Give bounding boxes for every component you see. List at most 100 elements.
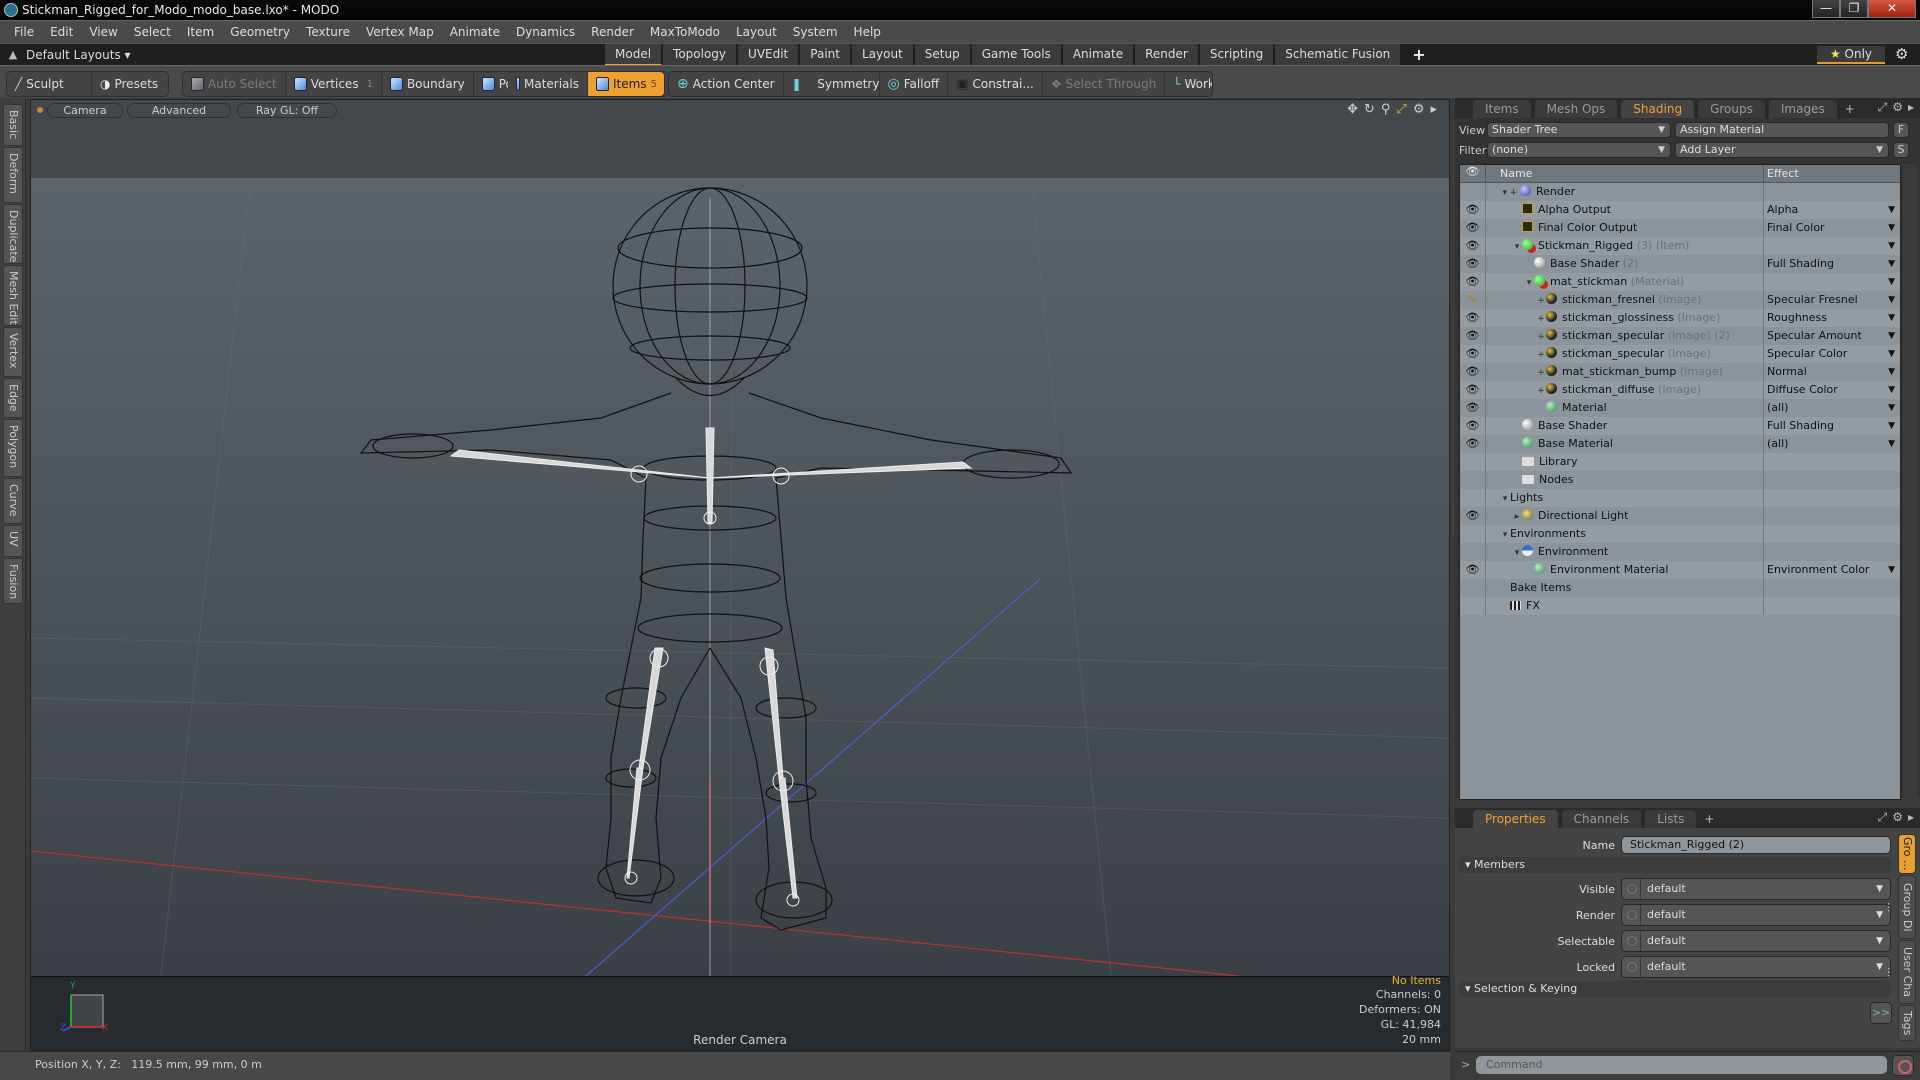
side-tab-group-display[interactable]: Group Di ... bbox=[1885, 875, 1916, 939]
advanced-button[interactable]: Advanced bbox=[127, 103, 231, 118]
expand-toggle-icon[interactable]: ▾ bbox=[1512, 544, 1522, 561]
shader-tree-row[interactable]: Bake Items bbox=[1460, 579, 1900, 597]
tab-lists[interactable]: Lists bbox=[1645, 810, 1697, 828]
row-effect-cell[interactable]: Specular Fresnel ▼ bbox=[1764, 291, 1900, 309]
chevron-down-icon[interactable]: ▼ bbox=[1888, 291, 1895, 309]
camera-button[interactable]: Camera bbox=[47, 103, 123, 118]
chevron-down-icon[interactable]: ▼ bbox=[1888, 309, 1895, 327]
layout-tab-topology[interactable]: Topology bbox=[663, 44, 739, 66]
chevron-down-icon[interactable]: ▼ bbox=[1888, 237, 1895, 255]
chevron-down-icon[interactable]: ▼ bbox=[1888, 201, 1895, 219]
row-effect-cell[interactable]: Full Shading ▼ bbox=[1764, 255, 1900, 273]
visibility-eye-icon[interactable]: 👁 bbox=[1460, 237, 1486, 255]
menu-texture[interactable]: Texture bbox=[298, 25, 358, 39]
tab-mesh-ops[interactable]: Mesh Ops bbox=[1534, 100, 1618, 118]
expand-toggle-icon[interactable]: + bbox=[1536, 328, 1546, 345]
arrow-up-icon[interactable]: ▲ bbox=[0, 48, 26, 61]
left-tab-curve[interactable]: Curve bbox=[3, 478, 23, 524]
viewport-status-dot[interactable] bbox=[37, 107, 43, 113]
left-tab-duplicate[interactable]: Duplicate bbox=[3, 204, 23, 264]
add-layout-tab-button[interactable]: + bbox=[1402, 44, 1438, 66]
row-effect-cell[interactable]: Final Color ▼ bbox=[1764, 219, 1900, 237]
assign-material-button[interactable]: Assign Material bbox=[1675, 122, 1889, 138]
maximize-icon[interactable]: ⤢ bbox=[1396, 102, 1406, 117]
row-effect-cell[interactable]: ▼ bbox=[1764, 237, 1900, 255]
visibility-eye-icon[interactable]: 👁 bbox=[1460, 363, 1486, 381]
tab-groups[interactable]: Groups bbox=[1698, 100, 1765, 118]
column-effect[interactable]: Effect bbox=[1764, 165, 1799, 182]
left-tab-deform[interactable]: Deform bbox=[3, 147, 23, 203]
selection-keying-section[interactable]: ▾ Selection & Keying bbox=[1459, 981, 1891, 997]
menu-file[interactable]: File bbox=[6, 25, 42, 39]
layout-tab-model[interactable]: Model bbox=[605, 44, 664, 66]
shader-tree-row[interactable]: Library bbox=[1460, 453, 1900, 471]
expand-toggle-icon[interactable]: ▸ bbox=[1512, 508, 1522, 525]
side-tab-group[interactable]: Gro ... bbox=[1898, 834, 1916, 874]
visibility-eye-icon[interactable]: 👁 bbox=[1460, 327, 1486, 345]
layout-tab-uvedit[interactable]: UVEdit bbox=[738, 44, 801, 66]
visibility-empty[interactable] bbox=[1460, 543, 1486, 561]
shader-tree-row[interactable]: ▾ Lights bbox=[1460, 489, 1900, 507]
menu-help[interactable]: Help bbox=[846, 25, 889, 39]
shader-tree-row[interactable]: ▾ Environments bbox=[1460, 525, 1900, 543]
shader-tree-row[interactable]: Nodes bbox=[1460, 471, 1900, 489]
sculpt-button[interactable]: ╱ Sculpt bbox=[7, 72, 92, 96]
menu-vertex-map[interactable]: Vertex Map bbox=[358, 25, 442, 39]
panel-gear-icon[interactable]: ⚙ bbox=[1892, 100, 1903, 115]
menu-dynamics[interactable]: Dynamics bbox=[508, 25, 583, 39]
s-button[interactable]: S bbox=[1893, 142, 1909, 158]
falloff-button[interactable]: ◎ Falloff bbox=[880, 72, 949, 96]
visible-dropdown[interactable]: default ▼ bbox=[1621, 878, 1891, 900]
row-effect-cell[interactable]: Roughness ▼ bbox=[1764, 309, 1900, 327]
row-effect-cell[interactable]: Alpha ▼ bbox=[1764, 201, 1900, 219]
visibility-eye-icon[interactable]: 👁 bbox=[1460, 381, 1486, 399]
close-button[interactable]: ✕ bbox=[1868, 0, 1916, 18]
select-through-button[interactable]: ❖ Select Through bbox=[1043, 72, 1166, 96]
minimize-button[interactable]: — bbox=[1812, 0, 1840, 18]
tab-shading[interactable]: Shading bbox=[1621, 100, 1695, 118]
layout-tab-game-tools[interactable]: Game Tools bbox=[971, 44, 1063, 66]
command-input[interactable]: Command bbox=[1476, 1056, 1887, 1074]
items-button[interactable]: Items 5 bbox=[588, 72, 664, 96]
visibility-eye-icon[interactable]: 👁 bbox=[1460, 309, 1486, 327]
paint-brush-icon[interactable]: ✎ bbox=[1460, 291, 1486, 309]
shader-tree-row[interactable]: 👁 Environment Material Environment Color ▼ bbox=[1460, 561, 1900, 579]
menu-view[interactable]: View bbox=[81, 25, 125, 39]
expand-toggle-icon[interactable]: + bbox=[1536, 310, 1546, 327]
layout-tab-animate[interactable]: Animate bbox=[1062, 44, 1136, 66]
expand-toggle-icon[interactable]: + bbox=[1536, 292, 1546, 309]
boundary-button[interactable]: Boundary bbox=[382, 72, 474, 96]
row-effect-cell[interactable]: ▼ bbox=[1764, 273, 1900, 291]
menu-geometry[interactable]: Geometry bbox=[222, 25, 298, 39]
column-name[interactable]: Name bbox=[1486, 165, 1764, 182]
viewport-gear-icon[interactable]: ⚙ bbox=[1413, 102, 1425, 117]
props-gear-icon[interactable]: ⚙ bbox=[1892, 810, 1903, 825]
shader-tree-row[interactable]: 👁 + stickman_diffuse (Image) Diffuse Color ▼ bbox=[1460, 381, 1900, 399]
restore-button[interactable]: ❐ bbox=[1840, 0, 1868, 18]
shader-tree-row[interactable]: 👁 ▾ Stickman_Rigged (3) (Item) ▼ bbox=[1460, 237, 1900, 255]
viewport-scene[interactable] bbox=[31, 177, 1449, 999]
expand-toggle-icon[interactable]: ▾ bbox=[1512, 238, 1522, 255]
menu-animate[interactable]: Animate bbox=[442, 25, 508, 39]
expand-toggle-icon[interactable]: ▾ bbox=[1500, 490, 1510, 507]
3d-viewport[interactable]: Camera Advanced Ray GL: Off ✥ ↻ ⚲ ⤢ ⚙ ▸ bbox=[30, 99, 1450, 1051]
pan-icon[interactable]: ✥ bbox=[1347, 102, 1358, 117]
row-effect-cell[interactable]: Full Shading ▼ bbox=[1764, 417, 1900, 435]
rotate-icon[interactable]: ↻ bbox=[1364, 102, 1375, 117]
record-macro-button[interactable] bbox=[1892, 1055, 1914, 1076]
name-field[interactable]: Stickman_Rigged (2) bbox=[1621, 836, 1891, 854]
shader-tree-row[interactable]: ▾ + Render bbox=[1460, 183, 1900, 201]
tab-images[interactable]: Images bbox=[1768, 100, 1837, 118]
gear-icon[interactable]: ⚙ bbox=[1895, 45, 1908, 63]
tab-properties[interactable]: Properties bbox=[1473, 810, 1558, 828]
radio-icon[interactable] bbox=[1627, 884, 1637, 894]
visibility-eye-icon[interactable]: 👁 bbox=[1460, 255, 1486, 273]
left-tab-uv[interactable]: UV bbox=[3, 525, 23, 557]
visibility-eye-icon[interactable]: 👁 bbox=[1460, 507, 1486, 525]
shader-tree-row[interactable]: 👁 Base Shader Full Shading ▼ bbox=[1460, 417, 1900, 435]
f-button[interactable]: F bbox=[1893, 122, 1909, 138]
visibility-empty[interactable] bbox=[1460, 453, 1486, 471]
only-button[interactable]: ★ Only bbox=[1817, 46, 1885, 64]
chevron-down-icon[interactable]: ▼ bbox=[1888, 219, 1895, 237]
shader-tree-row[interactable]: 👁 Base Shader (2) Full Shading ▼ bbox=[1460, 255, 1900, 273]
